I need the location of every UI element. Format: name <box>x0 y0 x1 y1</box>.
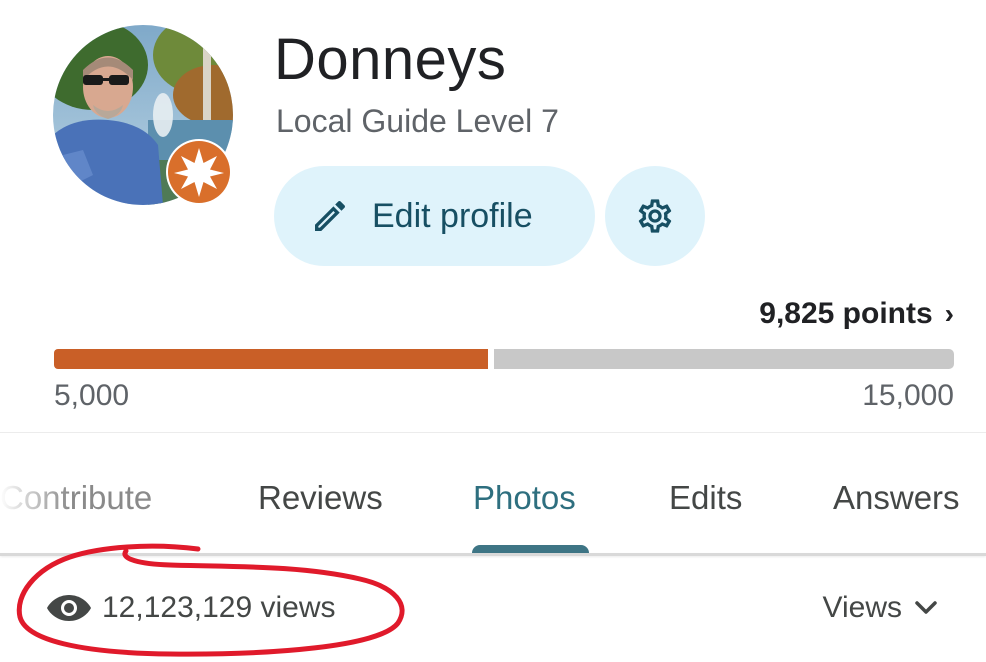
star-badge-icon <box>168 141 230 203</box>
profile-name: Donneys <box>274 27 507 92</box>
edit-profile-label: Edit profile <box>372 196 533 235</box>
tab-photos[interactable]: Photos <box>473 476 576 520</box>
pencil-icon <box>315 201 346 231</box>
progress-track <box>494 349 954 369</box>
tab-reviews[interactable]: Reviews <box>258 476 383 520</box>
progress-max-label: 15,000 <box>862 379 954 412</box>
sort-views-dropdown[interactable]: Views <box>823 588 938 628</box>
points-label: 9,825 points <box>759 297 933 330</box>
eye-icon <box>47 595 91 621</box>
chevron-down-icon <box>915 601 937 614</box>
sort-label: Views <box>822 591 902 624</box>
progress-fill <box>54 349 488 369</box>
local-guide-badge <box>166 139 232 205</box>
selected-tab-indicator <box>472 545 589 553</box>
edit-profile-button[interactable]: Edit profile <box>274 166 595 266</box>
views-summary: 12,123,129 views <box>46 588 336 628</box>
points-link[interactable]: 9,825 points › <box>759 294 954 334</box>
progress-min-label: 5,000 <box>54 379 130 412</box>
tab-contribute[interactable]: Contribute <box>0 476 152 520</box>
tab-edits[interactable]: Edits <box>669 476 742 520</box>
level-progress-bar <box>54 349 954 369</box>
section-divider <box>0 432 986 433</box>
tabs-divider <box>0 553 986 556</box>
gear-icon <box>638 199 672 233</box>
chevron-right-icon: › <box>944 298 954 329</box>
tab-answers[interactable]: Answers <box>833 476 960 520</box>
guide-level: Local Guide Level 7 <box>276 103 559 139</box>
views-count: 12,123,129 views <box>102 591 336 624</box>
settings-button[interactable] <box>605 166 705 266</box>
